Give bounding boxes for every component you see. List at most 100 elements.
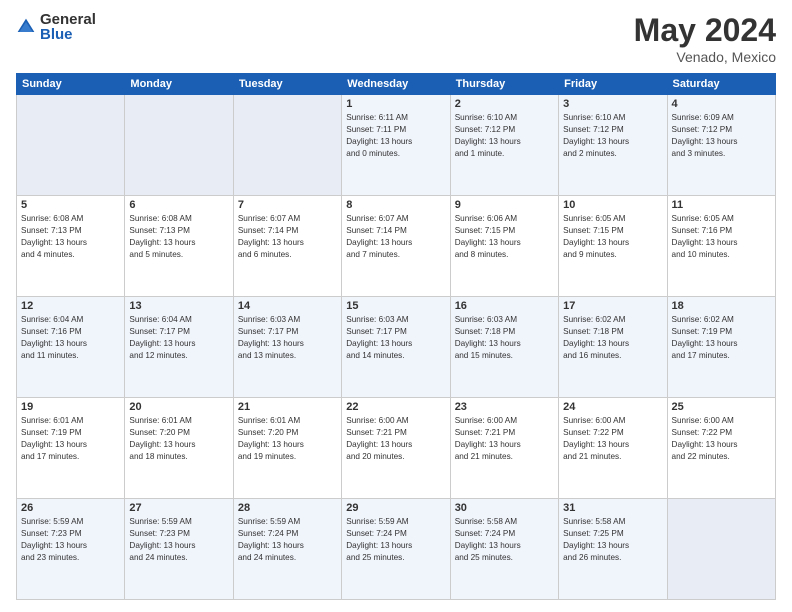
day-info: Sunrise: 5:58 AMSunset: 7:24 PMDaylight:… (455, 516, 554, 564)
day-info: Sunrise: 6:02 AMSunset: 7:19 PMDaylight:… (672, 314, 771, 362)
table-row: 26 Sunrise: 5:59 AMSunset: 7:23 PMDayligh… (17, 499, 125, 600)
day-number: 29 (346, 502, 445, 514)
day-info: Sunrise: 6:06 AMSunset: 7:15 PMDaylight:… (455, 213, 554, 261)
table-row: 8 Sunrise: 6:07 AMSunset: 7:14 PMDaylight… (342, 196, 450, 297)
day-number: 19 (21, 401, 120, 413)
col-monday: Monday (125, 74, 233, 95)
day-number: 13 (129, 300, 228, 312)
day-info: Sunrise: 6:03 AMSunset: 7:17 PMDaylight:… (238, 314, 337, 362)
day-number: 4 (672, 98, 771, 110)
day-info: Sunrise: 6:00 AMSunset: 7:21 PMDaylight:… (346, 415, 445, 463)
day-info: Sunrise: 6:01 AMSunset: 7:19 PMDaylight:… (21, 415, 120, 463)
col-friday: Friday (559, 74, 667, 95)
day-info: Sunrise: 6:05 AMSunset: 7:15 PMDaylight:… (563, 213, 662, 261)
day-info: Sunrise: 6:07 AMSunset: 7:14 PMDaylight:… (346, 213, 445, 261)
col-sunday: Sunday (17, 74, 125, 95)
day-number: 30 (455, 502, 554, 514)
day-number: 3 (563, 98, 662, 110)
col-saturday: Saturday (667, 74, 775, 95)
day-info: Sunrise: 6:02 AMSunset: 7:18 PMDaylight:… (563, 314, 662, 362)
calendar-week-row: 5 Sunrise: 6:08 AMSunset: 7:13 PMDaylight… (17, 196, 776, 297)
day-number: 7 (238, 199, 337, 211)
day-number: 28 (238, 502, 337, 514)
day-info: Sunrise: 6:09 AMSunset: 7:12 PMDaylight:… (672, 112, 771, 160)
table-row (667, 499, 775, 600)
day-number: 31 (563, 502, 662, 514)
page: General Blue May 2024 Venado, Mexico Sun… (0, 0, 792, 612)
col-thursday: Thursday (450, 74, 558, 95)
day-number: 26 (21, 502, 120, 514)
day-info: Sunrise: 6:10 AMSunset: 7:12 PMDaylight:… (563, 112, 662, 160)
table-row (233, 95, 341, 196)
day-number: 9 (455, 199, 554, 211)
day-number: 6 (129, 199, 228, 211)
day-info: Sunrise: 6:04 AMSunset: 7:16 PMDaylight:… (21, 314, 120, 362)
calendar-week-row: 1Sunrise: 6:11 AMSunset: 7:11 PMDaylight… (17, 95, 776, 196)
day-number: 8 (346, 199, 445, 211)
col-tuesday: Tuesday (233, 74, 341, 95)
table-row: 14 Sunrise: 6:03 AMSunset: 7:17 PMDayligh… (233, 297, 341, 398)
logo-blue: Blue (40, 27, 96, 42)
day-info: Sunrise: 5:59 AMSunset: 7:24 PMDaylight:… (238, 516, 337, 564)
day-number: 14 (238, 300, 337, 312)
day-info: Sunrise: 6:08 AMSunset: 7:13 PMDaylight:… (129, 213, 228, 261)
header: General Blue May 2024 Venado, Mexico (16, 12, 776, 65)
day-number: 22 (346, 401, 445, 413)
day-info: Sunrise: 6:04 AMSunset: 7:17 PMDaylight:… (129, 314, 228, 362)
table-row: 29 Sunrise: 5:59 AMSunset: 7:24 PMDayligh… (342, 499, 450, 600)
day-number: 24 (563, 401, 662, 413)
table-row: 1Sunrise: 6:11 AMSunset: 7:11 PMDaylight… (342, 95, 450, 196)
day-number: 16 (455, 300, 554, 312)
table-row: 2 Sunrise: 6:10 AMSunset: 7:12 PMDaylight… (450, 95, 558, 196)
calendar-header-row: Sunday Monday Tuesday Wednesday Thursday… (17, 74, 776, 95)
calendar-week-row: 19 Sunrise: 6:01 AMSunset: 7:19 PMDayligh… (17, 398, 776, 499)
logo-text: General Blue (40, 12, 96, 42)
table-row: 12 Sunrise: 6:04 AMSunset: 7:16 PMDayligh… (17, 297, 125, 398)
day-info: Sunrise: 5:59 AMSunset: 7:23 PMDaylight:… (21, 516, 120, 564)
table-row: 3 Sunrise: 6:10 AMSunset: 7:12 PMDaylight… (559, 95, 667, 196)
day-info: Sunrise: 5:58 AMSunset: 7:25 PMDaylight:… (563, 516, 662, 564)
table-row: 20 Sunrise: 6:01 AMSunset: 7:20 PMDayligh… (125, 398, 233, 499)
day-info: Sunrise: 6:00 AMSunset: 7:22 PMDaylight:… (672, 415, 771, 463)
day-info: Sunrise: 6:03 AMSunset: 7:18 PMDaylight:… (455, 314, 554, 362)
day-info: Sunrise: 6:00 AMSunset: 7:21 PMDaylight:… (455, 415, 554, 463)
logo-icon (16, 17, 36, 37)
table-row: 4 Sunrise: 6:09 AMSunset: 7:12 PMDaylight… (667, 95, 775, 196)
table-row: 10 Sunrise: 6:05 AMSunset: 7:15 PMDayligh… (559, 196, 667, 297)
table-row: 18Sunrise: 6:02 AMSunset: 7:19 PMDayligh… (667, 297, 775, 398)
title-location: Venado, Mexico (634, 49, 776, 65)
table-row (17, 95, 125, 196)
table-row: 24Sunrise: 6:00 AMSunset: 7:22 PMDayligh… (559, 398, 667, 499)
table-row: 15Sunrise: 6:03 AMSunset: 7:17 PMDayligh… (342, 297, 450, 398)
day-info: Sunrise: 6:07 AMSunset: 7:14 PMDaylight:… (238, 213, 337, 261)
calendar-table: Sunday Monday Tuesday Wednesday Thursday… (16, 73, 776, 600)
table-row: 25 Sunrise: 6:00 AMSunset: 7:22 PMDayligh… (667, 398, 775, 499)
day-number: 5 (21, 199, 120, 211)
table-row: 9 Sunrise: 6:06 AMSunset: 7:15 PMDaylight… (450, 196, 558, 297)
day-number: 23 (455, 401, 554, 413)
day-number: 20 (129, 401, 228, 413)
table-row: 31 Sunrise: 5:58 AMSunset: 7:25 PMDayligh… (559, 499, 667, 600)
day-number: 17 (563, 300, 662, 312)
day-number: 2 (455, 98, 554, 110)
table-row: 30 Sunrise: 5:58 AMSunset: 7:24 PMDayligh… (450, 499, 558, 600)
day-number: 10 (563, 199, 662, 211)
day-number: 12 (21, 300, 120, 312)
table-row (125, 95, 233, 196)
day-number: 21 (238, 401, 337, 413)
table-row: 19 Sunrise: 6:01 AMSunset: 7:19 PMDayligh… (17, 398, 125, 499)
day-info: Sunrise: 5:59 AMSunset: 7:24 PMDaylight:… (346, 516, 445, 564)
day-number: 15 (346, 300, 445, 312)
day-info: Sunrise: 6:01 AMSunset: 7:20 PMDaylight:… (129, 415, 228, 463)
logo: General Blue (16, 12, 96, 42)
calendar-week-row: 12 Sunrise: 6:04 AMSunset: 7:16 PMDayligh… (17, 297, 776, 398)
table-row: 13 Sunrise: 6:04 AMSunset: 7:17 PMDayligh… (125, 297, 233, 398)
day-info: Sunrise: 6:08 AMSunset: 7:13 PMDaylight:… (21, 213, 120, 261)
day-number: 25 (672, 401, 771, 413)
table-row: 21Sunrise: 6:01 AMSunset: 7:20 PMDayligh… (233, 398, 341, 499)
table-row: 27Sunrise: 5:59 AMSunset: 7:23 PMDayligh… (125, 499, 233, 600)
day-info: Sunrise: 6:10 AMSunset: 7:12 PMDaylight:… (455, 112, 554, 160)
title-month: May 2024 (634, 12, 776, 49)
day-number: 27 (129, 502, 228, 514)
day-info: Sunrise: 6:05 AMSunset: 7:16 PMDaylight:… (672, 213, 771, 261)
